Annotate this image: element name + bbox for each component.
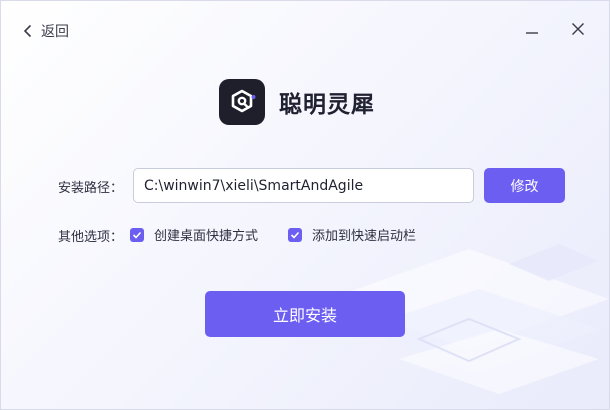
checkbox-checked-icon[interactable]	[130, 227, 144, 242]
close-icon	[572, 23, 584, 35]
install-path-label: 安装路径：	[58, 181, 124, 196]
app-logo-icon	[219, 79, 265, 125]
app-name: 聪明灵犀	[279, 92, 375, 118]
minimize-icon	[526, 32, 538, 34]
modify-button[interactable]: 修改	[484, 168, 565, 203]
other-options-label: 其他选项：	[58, 230, 124, 245]
install-now-button[interactable]: 立即安装	[205, 291, 405, 337]
back-button[interactable]: 返回	[23, 21, 69, 41]
option-quick-launch[interactable]: 添加到快速启动栏	[288, 225, 416, 244]
brand: 聪明灵犀	[219, 79, 375, 125]
option-label: 添加到快速启动栏	[312, 229, 417, 244]
chevron-left-icon	[23, 24, 32, 38]
option-desktop-shortcut[interactable]: 创建桌面快捷方式	[130, 225, 258, 244]
checkbox-checked-icon[interactable]	[288, 227, 302, 242]
minimize-button[interactable]	[521, 18, 543, 40]
background-decoration	[329, 244, 609, 394]
back-label: 返回	[41, 24, 69, 40]
installer-window: 返回 聪明灵犀 安装路径： 修改 其他选项：	[0, 0, 610, 410]
close-button[interactable]	[567, 18, 589, 40]
install-path-input[interactable]	[133, 168, 474, 203]
option-label: 创建桌面快捷方式	[154, 229, 259, 244]
